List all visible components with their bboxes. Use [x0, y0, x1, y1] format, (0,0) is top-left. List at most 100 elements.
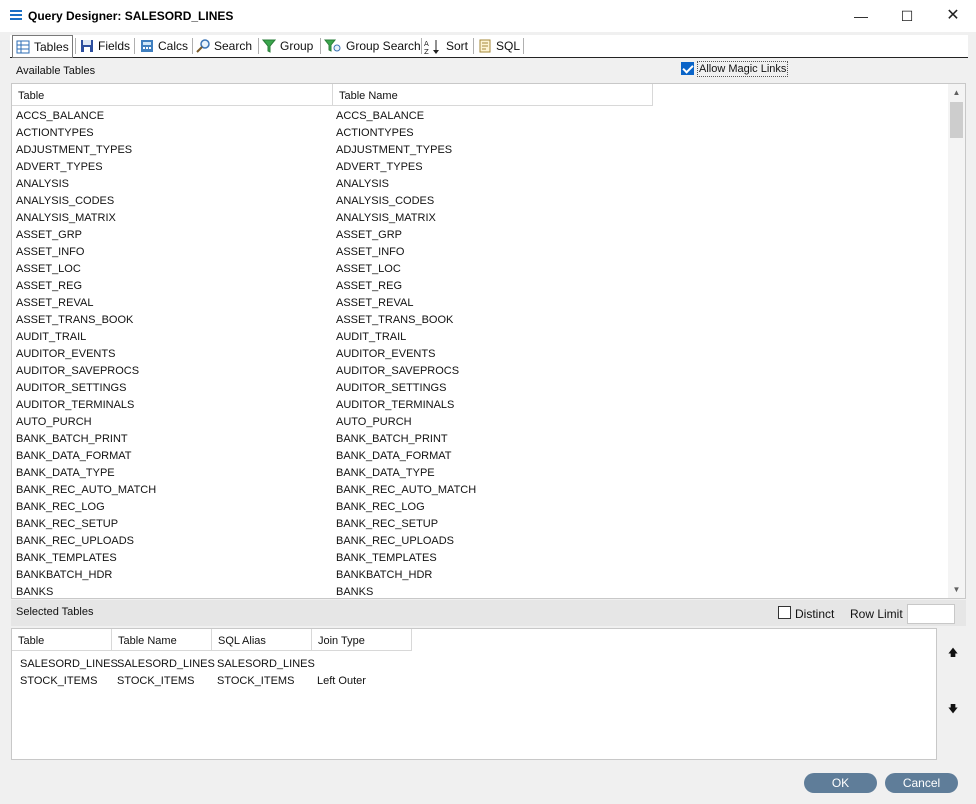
tab-label: SQL — [496, 39, 521, 53]
scroll-down-arrow-icon[interactable]: ▼ — [948, 581, 965, 598]
magnifier-icon — [196, 39, 210, 53]
move-up-arrow-icon[interactable]: 🡅 — [944, 645, 962, 663]
toolbar-separator — [523, 38, 524, 54]
table-cell: ASSET_REVAL — [16, 297, 94, 309]
ok-button[interactable]: OK — [804, 773, 877, 793]
available-tables-grid: Table Table Name ACCS_BALANCE ACCS_BALANC… — [11, 83, 966, 599]
available-tables-label: Available Tables — [16, 65, 96, 77]
distinct-label: Distinct — [795, 607, 835, 621]
tab-search[interactable]: Search — [196, 36, 252, 56]
tab-label: Tables — [34, 39, 69, 54]
sql-alias-cell: SALESORD_LINES — [217, 658, 315, 670]
table-cell: BANK_TEMPLATES — [16, 552, 117, 564]
table-name-cell: ANALYSIS_CODES — [336, 195, 435, 207]
tab-label: Group — [280, 39, 314, 53]
table-cell: ADVERT_TYPES — [16, 161, 103, 173]
table-cell: BANKS — [16, 586, 54, 598]
title-bar: Query Designer: SALESORD_LINES — ☐ ✕ — [0, 0, 976, 32]
funnel-icon — [261, 39, 277, 53]
tab-sort[interactable]: AZ Sort — [424, 36, 468, 56]
table-cell: ASSET_GRP — [16, 229, 83, 241]
table-name-cell: BANK_REC_SETUP — [336, 518, 439, 530]
tab-label: Fields — [98, 39, 131, 53]
table-name-cell: BANK_REC_AUTO_MATCH — [336, 484, 477, 496]
table-cell: BANK_REC_AUTO_MATCH — [16, 484, 157, 496]
funnel-search-icon — [323, 39, 342, 53]
tab-group-search[interactable]: Group Search — [323, 36, 421, 56]
table-name-cell: ASSET_REG — [336, 280, 403, 292]
table-name-cell: AUDIT_TRAIL — [336, 331, 407, 343]
table-cell: ANALYSIS_CODES — [16, 195, 115, 207]
table-cell: ANALYSIS — [16, 178, 69, 190]
tab-sql[interactable]: SQL — [478, 36, 520, 56]
table-name-cell: ACTIONTYPES — [336, 127, 414, 139]
table-name-cell: BANKS — [336, 586, 374, 598]
table-cell: STOCK_ITEMS — [20, 675, 98, 687]
table-name-cell: BANK_DATA_TYPE — [336, 467, 435, 479]
minimize-button[interactable]: — — [838, 0, 884, 32]
column-header-table-name[interactable]: Table Name — [333, 84, 653, 106]
tab-fields[interactable]: Fields — [80, 36, 130, 56]
table-cell: BANKBATCH_HDR — [16, 569, 113, 581]
allow-magic-links-label[interactable]: Allow Magic Links — [697, 61, 789, 77]
toolbar-separator — [258, 38, 259, 54]
move-down-arrow-icon[interactable]: 🡇 — [944, 701, 962, 719]
tab-tables[interactable]: Tables — [12, 35, 73, 58]
svg-text:Z: Z — [424, 48, 429, 55]
vertical-scrollbar[interactable]: ▲ ▼ — [948, 84, 965, 598]
table-name-cell: BANK_DATA_FORMAT — [336, 450, 452, 462]
table-cell: BANK_REC_UPLOADS — [16, 535, 134, 547]
distinct-checkbox[interactable] — [778, 606, 791, 619]
table-name-cell: AUDITOR_TERMINALS — [336, 399, 455, 411]
table-name-cell: BANK_REC_UPLOADS — [336, 535, 454, 547]
table-cell: ADJUSTMENT_TYPES — [16, 144, 133, 156]
close-button[interactable]: ✕ — [930, 0, 976, 32]
tab-label: Search — [214, 39, 253, 53]
table-cell: AUDITOR_SAVEPROCS — [16, 365, 140, 377]
table-cell: AUDITOR_SETTINGS — [16, 382, 127, 394]
window-title: Query Designer: SALESORD_LINES — [28, 9, 234, 23]
tab-calcs[interactable]: Calcs — [140, 36, 188, 56]
tab-label: Calcs — [158, 39, 189, 53]
table-cell: SALESORD_LINES — [20, 658, 118, 670]
scrollbar-thumb[interactable] — [950, 102, 963, 138]
tab-group[interactable]: Group — [261, 36, 314, 56]
column-header-table[interactable]: Table — [12, 84, 333, 106]
table-cell: AUDITOR_EVENTS — [16, 348, 116, 360]
table-cell: BANK_REC_SETUP — [16, 518, 119, 530]
menu-lines-icon[interactable] — [10, 10, 22, 20]
toolbar: Tables Fields Calcs Search Group Group S… — [10, 35, 968, 58]
sql-alias-cell: STOCK_ITEMS — [217, 675, 295, 687]
table-name-cell: BANK_BATCH_PRINT — [336, 433, 448, 445]
row-limit-input[interactable] — [907, 604, 955, 624]
tab-label: Sort — [446, 39, 469, 53]
column-header-join-type[interactable]: Join Type — [312, 629, 412, 651]
allow-magic-links-checkbox[interactable] — [681, 62, 694, 75]
table-cell: AUDITOR_TERMINALS — [16, 399, 135, 411]
table-name-cell: ASSET_LOC — [336, 263, 401, 275]
table-cell: ASSET_TRANS_BOOK — [16, 314, 134, 326]
table-cell: ANALYSIS_MATRIX — [16, 212, 116, 224]
selected-tables-grid: Table Table Name SQL Alias Join Type SAL… — [11, 628, 937, 760]
cancel-button[interactable]: Cancel — [885, 773, 958, 793]
maximize-button[interactable]: ☐ — [884, 0, 930, 32]
sort-az-icon: AZ — [424, 39, 442, 56]
table-cell: BANK_DATA_TYPE — [16, 467, 115, 479]
toolbar-separator — [75, 38, 76, 54]
table-name-cell: ADJUSTMENT_TYPES — [336, 144, 453, 156]
table-cell: AUTO_PURCH — [16, 416, 92, 428]
scroll-up-arrow-icon[interactable]: ▲ — [948, 84, 965, 101]
toolbar-separator — [421, 38, 422, 54]
table-name-cell: ASSET_TRANS_BOOK — [336, 314, 454, 326]
column-header-sql-alias[interactable]: SQL Alias — [212, 629, 312, 651]
svg-text:A: A — [424, 40, 429, 48]
toolbar-separator — [473, 38, 474, 54]
column-header-table[interactable]: Table — [12, 629, 112, 651]
table-cell: AUDIT_TRAIL — [16, 331, 87, 343]
column-header-table-name[interactable]: Table Name — [112, 629, 212, 651]
table-name-cell: ANALYSIS — [336, 178, 389, 190]
table-name-cell: AUDITOR_EVENTS — [336, 348, 436, 360]
table-name-cell: ANALYSIS_MATRIX — [336, 212, 436, 224]
toolbar-separator — [192, 38, 193, 54]
toolbar-separator — [134, 38, 135, 54]
